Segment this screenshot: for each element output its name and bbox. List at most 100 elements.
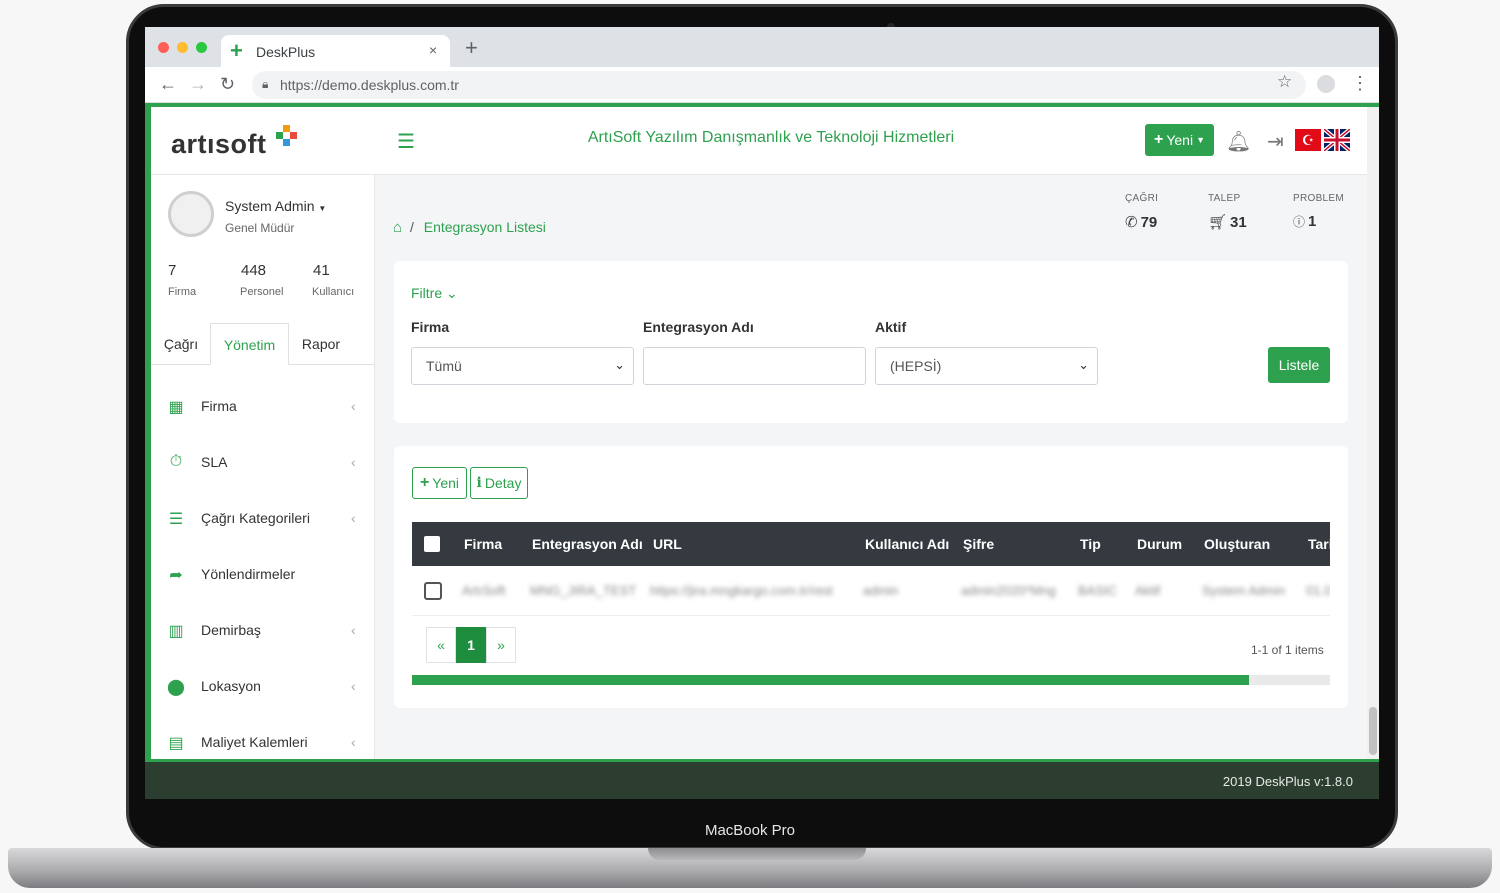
sidebar-tabs: Çağrı Yönetim Rapor bbox=[151, 323, 375, 365]
new-dropdown-button[interactable]: + Yeni ▼ bbox=[1145, 124, 1214, 156]
horizontal-scrollbar[interactable] bbox=[412, 675, 1330, 685]
sidebar-item-demirbas[interactable]: ▥ Demirbaş ‹ bbox=[151, 603, 375, 659]
column-header[interactable]: Oluşturan bbox=[1204, 536, 1270, 552]
table-row[interactable]: ArtıSoft MNG_JIRA_TEST https://jira.mngk… bbox=[412, 566, 1330, 616]
stopwatch-icon: ⏱ bbox=[169, 453, 183, 470]
chevron-left-icon: ‹ bbox=[351, 510, 356, 526]
grid-new-button[interactable]: + Yeni bbox=[412, 467, 467, 499]
sidebar-item-firma[interactable]: ▦ Firma ‹ bbox=[151, 379, 375, 435]
tab-rapor[interactable]: Rapor bbox=[293, 323, 349, 365]
main-content: ⌂ / Entegrasyon Listesi ÇAĞRI ✆ 79 TALEP … bbox=[375, 175, 1367, 759]
scrollbar-thumb[interactable] bbox=[1369, 707, 1377, 755]
kpi-value: 1 bbox=[1308, 213, 1317, 230]
avatar[interactable] bbox=[168, 191, 214, 237]
chevron-left-icon: ‹ bbox=[351, 398, 356, 414]
user-name: System Admin bbox=[225, 198, 315, 214]
caret-down-icon: ▼ bbox=[1196, 135, 1205, 145]
turkish-flag-icon[interactable]: ☪︎ bbox=[1295, 129, 1321, 151]
kpi-value: 79 bbox=[1140, 214, 1158, 231]
aktif-select[interactable]: (HEPSİ) ⌄ bbox=[875, 347, 1098, 385]
sidebar-item-label: Firma bbox=[201, 398, 237, 414]
logout-icon[interactable]: ⇥ bbox=[1267, 129, 1284, 154]
phone-icon: ✆ bbox=[1125, 214, 1138, 231]
grid-detail-button[interactable]: i Detay bbox=[470, 467, 528, 499]
profile-avatar-icon[interactable] bbox=[1317, 75, 1335, 93]
column-header[interactable]: Şifre bbox=[963, 536, 994, 552]
chevron-left-icon: ‹ bbox=[351, 734, 356, 750]
home-icon[interactable]: ⌂ bbox=[393, 219, 402, 236]
prev-page-button[interactable]: « bbox=[426, 627, 456, 663]
stat-personel-value: 448 bbox=[241, 262, 267, 279]
stat-kullanici-value: 41 bbox=[313, 262, 330, 279]
address-bar[interactable]: 🔒︎ https://demo.deskplus.com.tr bbox=[252, 71, 1306, 99]
row-checkbox[interactable] bbox=[424, 582, 442, 600]
uk-flag-icon[interactable] bbox=[1324, 129, 1350, 151]
tab-cagri[interactable]: Çağrı bbox=[155, 323, 207, 365]
cell-entegrasyon: MNG_JIRA_TEST bbox=[530, 583, 637, 598]
kpi-problem[interactable]: PROBLEM ⓘ 1 bbox=[1293, 193, 1367, 230]
bell-icon[interactable]: 🔔︎ bbox=[1226, 129, 1251, 154]
stat-personel-label: Personel bbox=[240, 286, 284, 298]
footer-text: 2019 DeskPlus v:1.8.0 bbox=[1222, 774, 1353, 789]
browser-tabbar: + DeskPlus × + bbox=[145, 27, 1379, 67]
page-button[interactable]: 1 bbox=[456, 627, 486, 663]
browser-toolbar: ← → ↻ 🔒︎ https://demo.deskplus.com.tr ☆ … bbox=[145, 67, 1379, 103]
tab-close-icon[interactable]: × bbox=[429, 42, 437, 58]
sidebar-item-sla[interactable]: ⏱ SLA ‹ bbox=[151, 435, 375, 491]
user-role: Genel Müdür bbox=[225, 221, 295, 235]
url-text[interactable]: https://demo.deskplus.com.tr bbox=[280, 77, 459, 93]
column-header[interactable]: Tip bbox=[1080, 536, 1101, 552]
app-viewport: artısoft ☰ ArtıSoft Yazılım Danışmanlık … bbox=[151, 107, 1367, 759]
money-icon: ▤ bbox=[168, 735, 184, 752]
entegrasyon-input[interactable] bbox=[643, 347, 866, 385]
hamburger-icon[interactable]: ☰ bbox=[397, 129, 415, 154]
back-icon[interactable]: ← bbox=[159, 74, 177, 95]
minimize-window-icon[interactable] bbox=[177, 42, 188, 53]
bookmark-star-icon[interactable]: ☆ bbox=[1277, 72, 1292, 92]
filter-toggle[interactable]: Filtre ⌄ bbox=[411, 285, 458, 302]
column-header[interactable]: Durum bbox=[1137, 536, 1182, 552]
map-pin-icon: ⬤ bbox=[167, 679, 185, 696]
next-page-button[interactable]: » bbox=[486, 627, 516, 663]
column-header[interactable]: URL bbox=[653, 536, 682, 552]
column-header[interactable]: Tari bbox=[1308, 536, 1330, 552]
chevron-down-icon: ⌄ bbox=[614, 357, 625, 372]
kpi-label: ÇAĞRI bbox=[1125, 193, 1159, 204]
maximize-window-icon[interactable] bbox=[196, 42, 207, 53]
kpi-cagri[interactable]: ÇAĞRI ✆ 79 bbox=[1125, 193, 1215, 231]
sidebar-item-lokasyon[interactable]: ⬤ Lokasyon ‹ bbox=[151, 659, 375, 715]
sidebar-item-cagri-kategorileri[interactable]: ☰ Çağrı Kategorileri ‹ bbox=[151, 491, 375, 547]
sidebar-item-yonlendirmeler[interactable]: ➦ Yönlendirmeler bbox=[151, 547, 375, 603]
artisoft-logo[interactable]: artısoft bbox=[171, 129, 267, 160]
sidebar-item-label: Lokasyon bbox=[201, 678, 261, 694]
breadcrumb-separator: / bbox=[409, 219, 414, 235]
chevron-down-icon: ⌄ bbox=[446, 285, 458, 301]
cell-kullanici: admin bbox=[863, 583, 899, 598]
forward-icon[interactable]: → bbox=[189, 74, 207, 95]
grid-detail-label: Detay bbox=[484, 475, 522, 491]
cell-tarih: 01.0 bbox=[1306, 583, 1330, 598]
browser-tab[interactable]: + DeskPlus × bbox=[221, 35, 450, 67]
footer: 2019 DeskPlus v:1.8.0 bbox=[145, 759, 1379, 799]
sidebar-item-maliyet-kalemleri[interactable]: ▤ Maliyet Kalemleri ‹ bbox=[151, 715, 375, 759]
kpi-talep[interactable]: TALEP 🛒︎ 31 bbox=[1208, 193, 1298, 231]
filter-card: Filtre ⌄ Firma Entegrasyon Adı Aktif Tüm… bbox=[394, 261, 1348, 423]
more-options-icon[interactable]: ⋮ bbox=[1351, 73, 1369, 94]
user-menu[interactable]: System Admin ▼ bbox=[225, 198, 326, 214]
new-tab-icon[interactable]: + bbox=[465, 35, 478, 61]
scrollbar-thumb[interactable] bbox=[412, 675, 1250, 685]
tab-yonetim[interactable]: Yönetim bbox=[210, 323, 289, 365]
column-header[interactable]: Entegrasyon Adı bbox=[532, 536, 643, 552]
grid-new-label: Yeni bbox=[432, 475, 460, 491]
building-icon: ▦ bbox=[168, 399, 184, 416]
vertical-scrollbar[interactable] bbox=[1367, 107, 1379, 759]
column-header[interactable]: Firma bbox=[464, 536, 502, 552]
plus-icon: + bbox=[419, 474, 430, 491]
list-button[interactable]: Listele bbox=[1268, 347, 1330, 383]
select-all-checkbox[interactable] bbox=[424, 536, 440, 552]
sidebar-item-label: Demirbaş bbox=[201, 622, 261, 638]
close-window-icon[interactable] bbox=[158, 42, 169, 53]
reload-icon[interactable]: ↻ bbox=[220, 74, 235, 95]
column-header[interactable]: Kullanıcı Adı bbox=[865, 536, 949, 552]
firma-select[interactable]: Tümü ⌄ bbox=[411, 347, 634, 385]
